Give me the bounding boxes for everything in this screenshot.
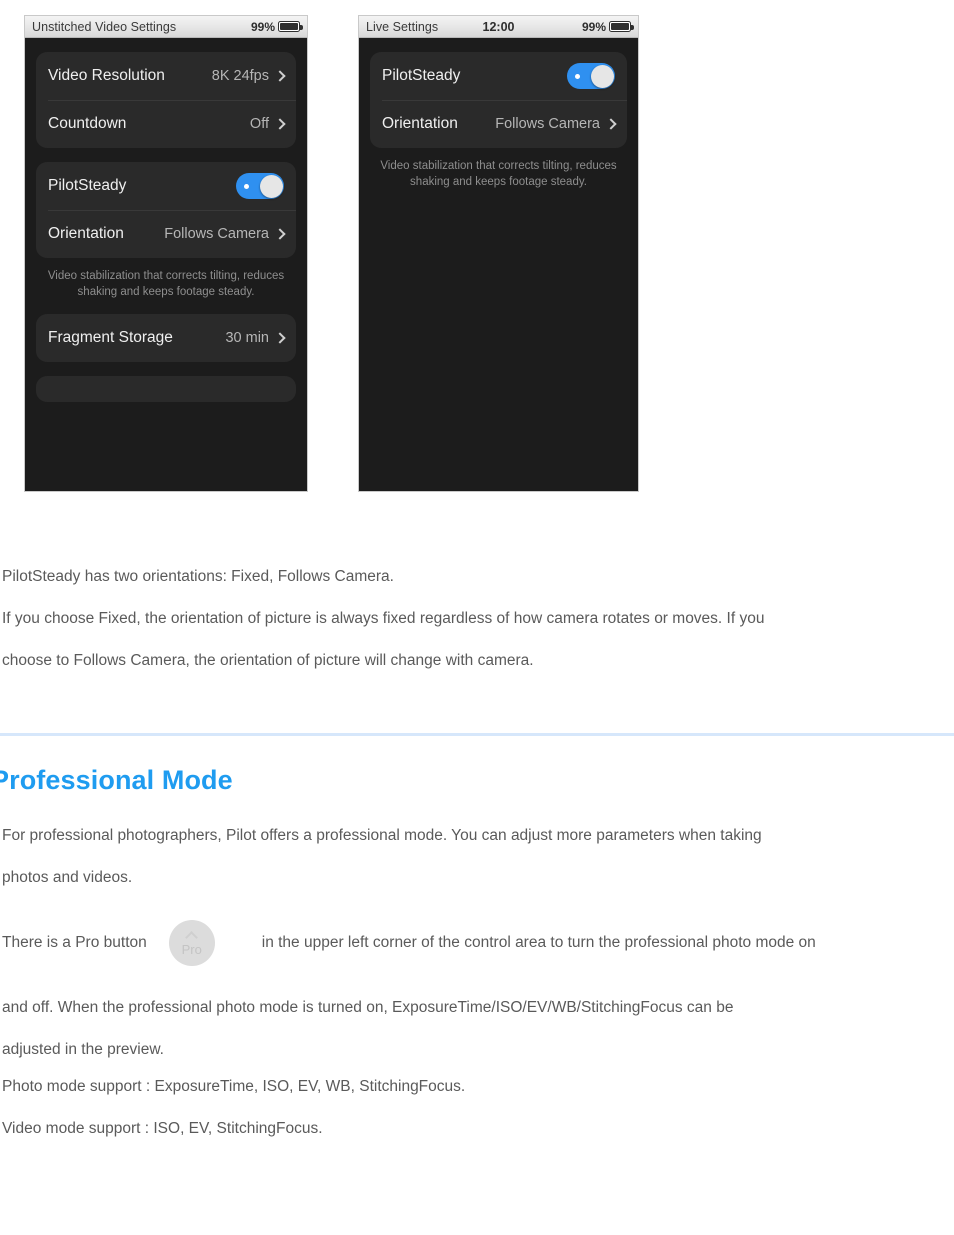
row-label: Fragment Storage xyxy=(48,329,173,346)
row-value: 30 min xyxy=(225,330,269,346)
status-bar: Unstitched Video Settings 99% xyxy=(25,16,307,38)
paragraph-text: Photo mode support : ExposureTime, ISO, … xyxy=(2,1078,466,1095)
row-fragment-storage[interactable]: Fragment Storage 30 min xyxy=(36,314,296,362)
paragraph-mode-support: Photo mode support : ExposureTime, ISO, … xyxy=(2,1066,954,1150)
status-bar-title: Live Settings xyxy=(366,19,439,34)
status-bar-right: 99% xyxy=(581,19,634,34)
status-bar: Live Settings 12:00 99% xyxy=(359,16,638,38)
pilotsteady-hint: Video stabilization that corrects tiltin… xyxy=(47,270,285,298)
paragraph-orientations: PilotSteady has two orientations: Fixed,… xyxy=(2,556,954,598)
status-bar-right: 99% xyxy=(250,19,303,34)
pilotsteady-hint: Video stabilization that corrects tiltin… xyxy=(380,160,617,188)
paragraph-text: If you choose Fixed, the orientation of … xyxy=(2,610,765,627)
paragraph-text: photos and videos. xyxy=(2,869,133,886)
row-pilotsteady[interactable]: PilotSteady xyxy=(36,162,296,210)
battery-icon xyxy=(278,21,303,32)
toggle-knob xyxy=(259,174,283,198)
settings-list: Video Resolution 8K 24fps Countdown Off xyxy=(25,38,307,402)
settings-card-pilotsteady: PilotSteady Orientation Follows Camera xyxy=(370,52,627,148)
settings-list: PilotSteady Orientation Follows Camera V… xyxy=(359,38,638,190)
row-orientation[interactable]: Orientation Follows Camera xyxy=(36,210,296,258)
row-orientation[interactable]: Orientation Follows Camera xyxy=(370,100,627,148)
pro-line-before-text: There is a Pro button xyxy=(2,934,147,951)
row-value: 8K 24fps xyxy=(211,68,269,84)
toggle-dot xyxy=(244,184,249,189)
pro-button[interactable]: Pro xyxy=(168,920,215,966)
section-divider xyxy=(0,733,954,736)
chevron-right-icon xyxy=(274,118,286,130)
row-label: PilotSteady xyxy=(382,67,461,84)
row-right: 8K 24fps xyxy=(211,68,286,84)
pro-line-after-text: in the upper left corner of the control … xyxy=(261,934,816,951)
paragraph-fixed-explanation: If you choose Fixed, the orientation of … xyxy=(2,598,954,682)
paragraph-text: and off. When the professional photo mod… xyxy=(2,999,734,1016)
paragraph-pro-button: There is a Pro button Pro in the upper l… xyxy=(2,920,954,966)
chevron-right-icon xyxy=(274,228,286,240)
paragraph-pro-parameters: and off. When the professional photo mod… xyxy=(2,987,954,1071)
screenshot-live-settings: Live Settings 12:00 99% PilotSteady Orie… xyxy=(358,15,639,492)
chevron-right-icon xyxy=(274,332,286,344)
screenshot-gallery: Unstitched Video Settings 99% Video Reso… xyxy=(0,15,954,493)
battery-percent: 99% xyxy=(250,19,275,34)
battery-percent: 99% xyxy=(581,19,606,34)
paragraph-text: Video mode support : ISO, EV, StitchingF… xyxy=(2,1120,323,1137)
row-pilotsteady[interactable]: PilotSteady xyxy=(370,52,627,100)
chevron-right-icon xyxy=(274,70,286,82)
row-label: Orientation xyxy=(382,115,458,132)
row-video-resolution[interactable]: Video Resolution 8K 24fps xyxy=(36,52,296,100)
settings-card-pilotsteady: PilotSteady Orientation Follows Camera xyxy=(36,162,296,258)
row-right: 30 min xyxy=(225,330,286,346)
row-value: Follows Camera xyxy=(164,226,269,242)
row-value: Follows Camera xyxy=(495,116,600,132)
row-right: Follows Camera xyxy=(164,226,286,242)
pro-button-label: Pro xyxy=(181,942,202,957)
row-label: PilotSteady xyxy=(48,177,127,194)
row-right xyxy=(236,173,284,199)
toggle-switch-icon[interactable] xyxy=(236,173,284,199)
row-right: Off xyxy=(249,116,286,132)
toggle-knob xyxy=(590,64,614,88)
row-countdown[interactable]: Countdown Off xyxy=(36,100,296,148)
settings-card-partial xyxy=(36,376,296,402)
battery-icon xyxy=(609,21,634,32)
toggle-dot xyxy=(575,74,580,79)
paragraph-text: PilotSteady has two orientations: Fixed,… xyxy=(2,568,394,585)
paragraph-text: adjusted in the preview. xyxy=(2,1041,164,1058)
document-page: Unstitched Video Settings 99% Video Reso… xyxy=(0,0,954,1235)
toggle-switch-icon[interactable] xyxy=(567,63,615,89)
page-title: Professional Mode xyxy=(0,765,233,795)
settings-card-capture: Video Resolution 8K 24fps Countdown Off xyxy=(36,52,296,148)
row-right xyxy=(567,63,615,89)
status-bar-title: Unstitched Video Settings xyxy=(32,19,177,34)
row-label: Video Resolution xyxy=(48,67,165,84)
row-value: Off xyxy=(249,116,269,132)
screenshot-unstitched-video-settings: Unstitched Video Settings 99% Video Reso… xyxy=(24,15,308,492)
paragraph-text: choose to Follows Camera, the orientatio… xyxy=(2,652,534,669)
row-label: Orientation xyxy=(48,225,124,242)
settings-card-storage: Fragment Storage 30 min xyxy=(36,314,296,362)
chevron-right-icon xyxy=(605,118,617,130)
row-label: Countdown xyxy=(48,115,127,132)
paragraph-text: For professional photographers, Pilot of… xyxy=(2,827,762,844)
row-right: Follows Camera xyxy=(495,116,617,132)
paragraph-pro-intro: For professional photographers, Pilot of… xyxy=(2,815,954,899)
